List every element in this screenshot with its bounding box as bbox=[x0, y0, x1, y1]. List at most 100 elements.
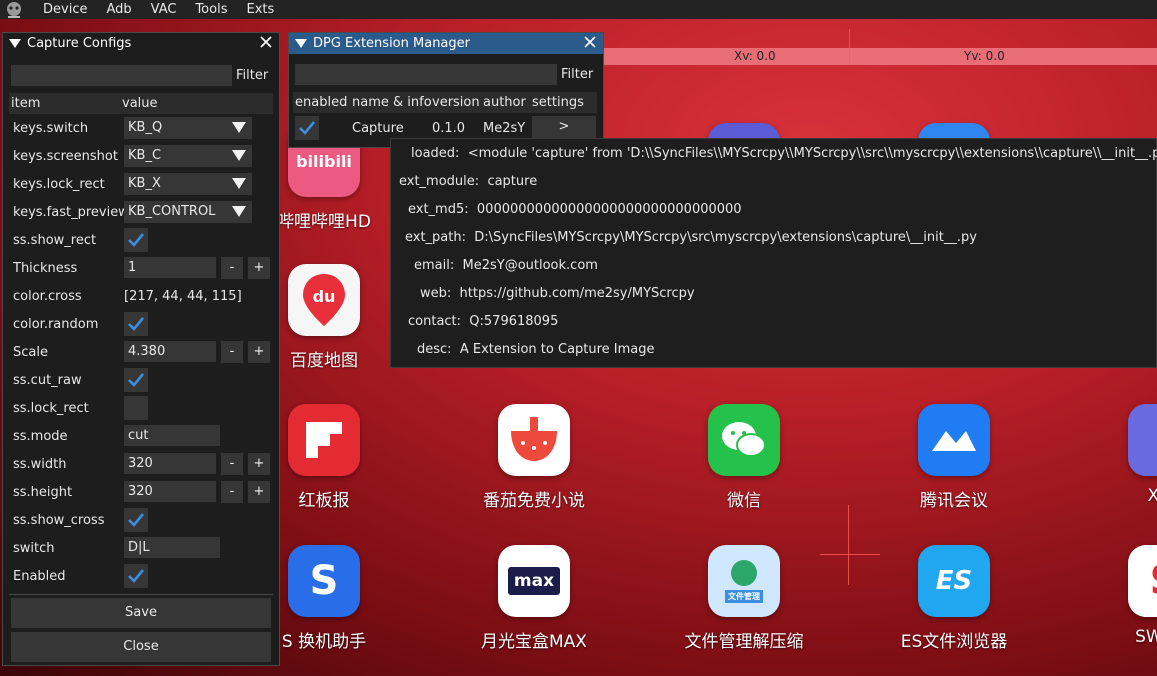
menu-exts[interactable]: Exts bbox=[238, 2, 282, 17]
ss-show-cross-checkbox[interactable] bbox=[124, 508, 148, 532]
keys-screenshot-select[interactable]: KB_C bbox=[124, 145, 252, 167]
xtm-icon bbox=[1128, 404, 1157, 476]
col-value-header[interactable]: value bbox=[122, 96, 158, 111]
row-label: ss.lock_rect bbox=[13, 401, 89, 416]
menu-tools[interactable]: Tools bbox=[187, 2, 235, 17]
thickness-input[interactable]: 1 bbox=[124, 257, 216, 278]
keys-lock-rect-select[interactable]: KB_X bbox=[124, 173, 252, 195]
keys-fast-preview-select[interactable]: KB_CONTROL bbox=[124, 201, 252, 223]
crosshair-line bbox=[849, 29, 850, 65]
extension-filter-input[interactable] bbox=[295, 64, 557, 85]
col-author-header[interactable]: author bbox=[483, 95, 526, 110]
thickness-decrement-button[interactable]: - bbox=[221, 257, 243, 279]
close-button[interactable]: Close bbox=[11, 632, 271, 662]
extension-manager-titlebar[interactable]: DPG Extension Manager bbox=[289, 33, 603, 54]
checkmark-icon bbox=[128, 513, 145, 527]
close-icon[interactable] bbox=[259, 35, 273, 49]
ss-lock-rect-checkbox[interactable] bbox=[124, 396, 148, 420]
app-xtm[interactable]: XtM bbox=[1074, 404, 1157, 506]
ss-width-decrement-button[interactable]: - bbox=[221, 453, 243, 475]
svg-text:du: du bbox=[313, 287, 336, 306]
ss-height-decrement-button[interactable]: - bbox=[221, 481, 243, 503]
extension-name[interactable]: Capture bbox=[352, 121, 404, 136]
ss-width-increment-button[interactable]: + bbox=[248, 453, 270, 475]
app-label: 微信 bbox=[727, 491, 761, 511]
app-label: ES文件浏览器 bbox=[900, 632, 1008, 652]
row-label: ss.show_rect bbox=[13, 233, 97, 248]
ss-height-input[interactable]: 320 bbox=[124, 481, 216, 502]
checkmark-icon bbox=[128, 317, 145, 331]
app-tencent-meeting[interactable]: 腾讯会议 bbox=[864, 404, 1044, 511]
app-tomato-novel[interactable]: 番茄免费小说 bbox=[444, 404, 624, 511]
row-label: keys.switch bbox=[13, 121, 89, 136]
menu-adb[interactable]: Adb bbox=[98, 2, 139, 17]
app-label: SWF Pl bbox=[1135, 627, 1157, 647]
app-es-explorer[interactable]: ES ES文件浏览器 bbox=[864, 545, 1044, 652]
keys-switch-select[interactable]: KB_Q bbox=[124, 117, 252, 139]
capture-titlebar[interactable]: Capture Configs bbox=[3, 33, 279, 54]
thickness-increment-button[interactable]: + bbox=[248, 257, 270, 279]
ss-width-input[interactable]: 320 bbox=[124, 453, 216, 474]
extension-enabled-checkbox[interactable] bbox=[295, 116, 319, 140]
collapse-arrow-icon[interactable] bbox=[9, 39, 21, 48]
extension-version: 0.1.0 bbox=[432, 121, 466, 136]
window-title: DPG Extension Manager bbox=[313, 36, 470, 51]
swf-player-icon: S bbox=[1128, 545, 1157, 617]
menu-vac[interactable]: VAC bbox=[143, 2, 185, 17]
col-item-header[interactable]: item bbox=[11, 96, 40, 111]
wechat-icon bbox=[708, 404, 780, 476]
enabled-checkbox[interactable] bbox=[124, 564, 148, 588]
window-title: Capture Configs bbox=[27, 36, 132, 51]
menu-device[interactable]: Device bbox=[35, 2, 95, 17]
ss-height-increment-button[interactable]: + bbox=[248, 481, 270, 503]
checkmark-icon bbox=[128, 373, 145, 387]
row-label: ss.height bbox=[13, 485, 73, 500]
chevron-down-icon bbox=[232, 150, 246, 161]
checkmark-icon bbox=[128, 233, 145, 247]
app-wechat[interactable]: 微信 bbox=[654, 404, 834, 511]
app-swf-player[interactable]: S SWF Pl bbox=[1074, 545, 1157, 647]
checkmark-icon bbox=[299, 121, 316, 135]
crosshair-vertical bbox=[848, 505, 849, 585]
extension-author: Me2sY bbox=[483, 121, 526, 136]
scale-decrement-button[interactable]: - bbox=[221, 341, 243, 363]
flipboard-icon bbox=[288, 404, 360, 476]
scale-increment-button[interactable]: + bbox=[248, 341, 270, 363]
save-button[interactable]: Save bbox=[11, 598, 271, 628]
close-icon[interactable] bbox=[583, 35, 597, 49]
app-file-manager[interactable]: 文件管理 文件管理解压缩 bbox=[654, 545, 834, 652]
col-enabled-header[interactable]: enabled bbox=[295, 95, 347, 110]
switch-input[interactable]: D|L bbox=[124, 537, 220, 558]
chevron-down-icon bbox=[232, 122, 246, 133]
table-header: item value bbox=[9, 93, 273, 114]
color-cross-value[interactable]: [217, 44, 44, 115] bbox=[124, 289, 242, 304]
col-name-header[interactable]: name & info bbox=[352, 95, 432, 110]
table-header: enabled name & info version author setti… bbox=[293, 92, 597, 113]
info-email: email: Me2sY@outlook.com bbox=[414, 258, 598, 273]
app-label: 月光宝盒MAX bbox=[481, 632, 587, 652]
ss-show-rect-checkbox[interactable] bbox=[124, 228, 148, 252]
col-version-header[interactable]: version bbox=[432, 95, 480, 110]
app-label: 腾讯会议 bbox=[920, 491, 988, 511]
ss-mode-input[interactable]: cut bbox=[124, 425, 220, 446]
row-label: ss.mode bbox=[13, 429, 68, 444]
capture-filter-input[interactable] bbox=[11, 65, 232, 86]
chevron-down-icon bbox=[232, 178, 246, 189]
scale-input[interactable]: 4.380 bbox=[124, 341, 216, 362]
row-label: Thickness bbox=[13, 261, 78, 276]
app-max[interactable]: max 月光宝盒MAX bbox=[444, 545, 624, 652]
filter-label: Filter bbox=[236, 68, 269, 83]
app-label: 番茄免费小说 bbox=[483, 491, 585, 511]
row-label: switch bbox=[13, 541, 55, 556]
ss-cut-raw-checkbox[interactable] bbox=[124, 368, 148, 392]
row-label: keys.fast_preview bbox=[13, 205, 129, 220]
info-ext-module: ext_module: capture bbox=[399, 174, 538, 189]
col-settings-header[interactable]: settings bbox=[532, 95, 584, 110]
extension-settings-button[interactable]: > bbox=[532, 116, 596, 138]
row-label: ss.cut_raw bbox=[13, 373, 82, 388]
color-random-checkbox[interactable] bbox=[124, 312, 148, 336]
collapse-arrow-icon[interactable] bbox=[295, 39, 307, 48]
file-manager-icon: 文件管理 bbox=[708, 545, 780, 617]
app-label: XtM bbox=[1147, 486, 1157, 506]
es-explorer-icon: ES bbox=[918, 545, 990, 617]
